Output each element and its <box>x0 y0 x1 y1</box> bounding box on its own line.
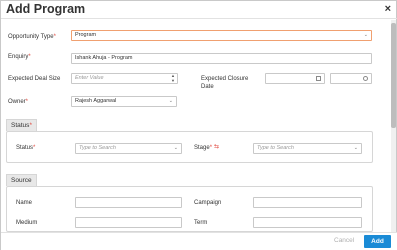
campaign-input[interactable] <box>253 197 362 208</box>
shuffle-icon: ⇆ <box>214 144 220 150</box>
dialog-title: Add Program <box>6 2 86 16</box>
term-label: Term <box>194 220 208 226</box>
closure-time-input[interactable] <box>330 73 372 84</box>
expected-deal-size-placeholder: Enter Value <box>75 75 104 81</box>
campaign-label: Campaign <box>194 200 222 206</box>
medium-input[interactable] <box>75 217 182 228</box>
source-section-tab: Source <box>6 174 37 186</box>
dialog-footer: Cancel Add <box>1 232 397 250</box>
chevron-down-icon: ⌄ <box>353 145 358 151</box>
stage-placeholder: Type to Search <box>257 145 294 151</box>
closure-date-input[interactable] <box>265 73 325 84</box>
status-placeholder: Type to Search <box>79 145 116 151</box>
chevron-down-icon: ⌄ <box>173 145 178 151</box>
opportunity-type-value: Program <box>75 32 97 38</box>
owner-value: Rajesh Aggarwal <box>75 98 117 104</box>
status-label: Status* <box>16 145 36 151</box>
medium-label: Medium <box>16 220 38 226</box>
clock-icon[interactable] <box>363 76 368 81</box>
spinner-arrows-icon[interactable]: ▲ ▼ <box>171 74 175 83</box>
owner-label: Owner* <box>8 99 29 105</box>
expected-deal-size-label: Expected Deal Size <box>8 76 61 82</box>
close-icon[interactable]: × <box>385 3 391 15</box>
expected-closure-date-label: Expected Closure Date <box>201 76 249 90</box>
dialog-header: Add Program × <box>1 1 397 19</box>
enquiry-value: Ishank Ahuja - Program <box>75 55 133 61</box>
status-section-tab: Status* <box>6 119 37 131</box>
scrollbar-thumb[interactable] <box>391 23 396 128</box>
calendar-icon[interactable] <box>316 76 321 81</box>
source-name-label: Name <box>16 200 33 206</box>
add-button[interactable]: Add <box>364 235 391 248</box>
stage-label: Stage* <box>194 145 213 151</box>
add-program-dialog: Add Program × Opportunity Type* Program … <box>0 0 397 250</box>
source-name-input[interactable] <box>75 197 182 208</box>
chevron-down-icon: ⌄ <box>168 98 173 104</box>
term-input[interactable] <box>253 217 362 228</box>
status-select[interactable]: Type to Search ⌄ <box>75 143 182 154</box>
enquiry-field[interactable]: Ishank Ahuja - Program <box>71 53 372 64</box>
opportunity-type-select[interactable]: Program ⌄ <box>71 30 372 41</box>
chevron-down-icon: ⌄ <box>363 32 368 38</box>
cancel-button[interactable]: Cancel <box>334 237 354 244</box>
enquiry-label: Enquiry* <box>8 54 31 60</box>
owner-select[interactable]: Rajesh Aggarwal ⌄ <box>71 96 177 107</box>
opportunity-type-label: Opportunity Type* <box>8 34 56 40</box>
expected-deal-size-input[interactable]: Enter Value ▲ ▼ <box>71 73 178 84</box>
stage-select[interactable]: Type to Search ⌄ <box>253 143 362 154</box>
